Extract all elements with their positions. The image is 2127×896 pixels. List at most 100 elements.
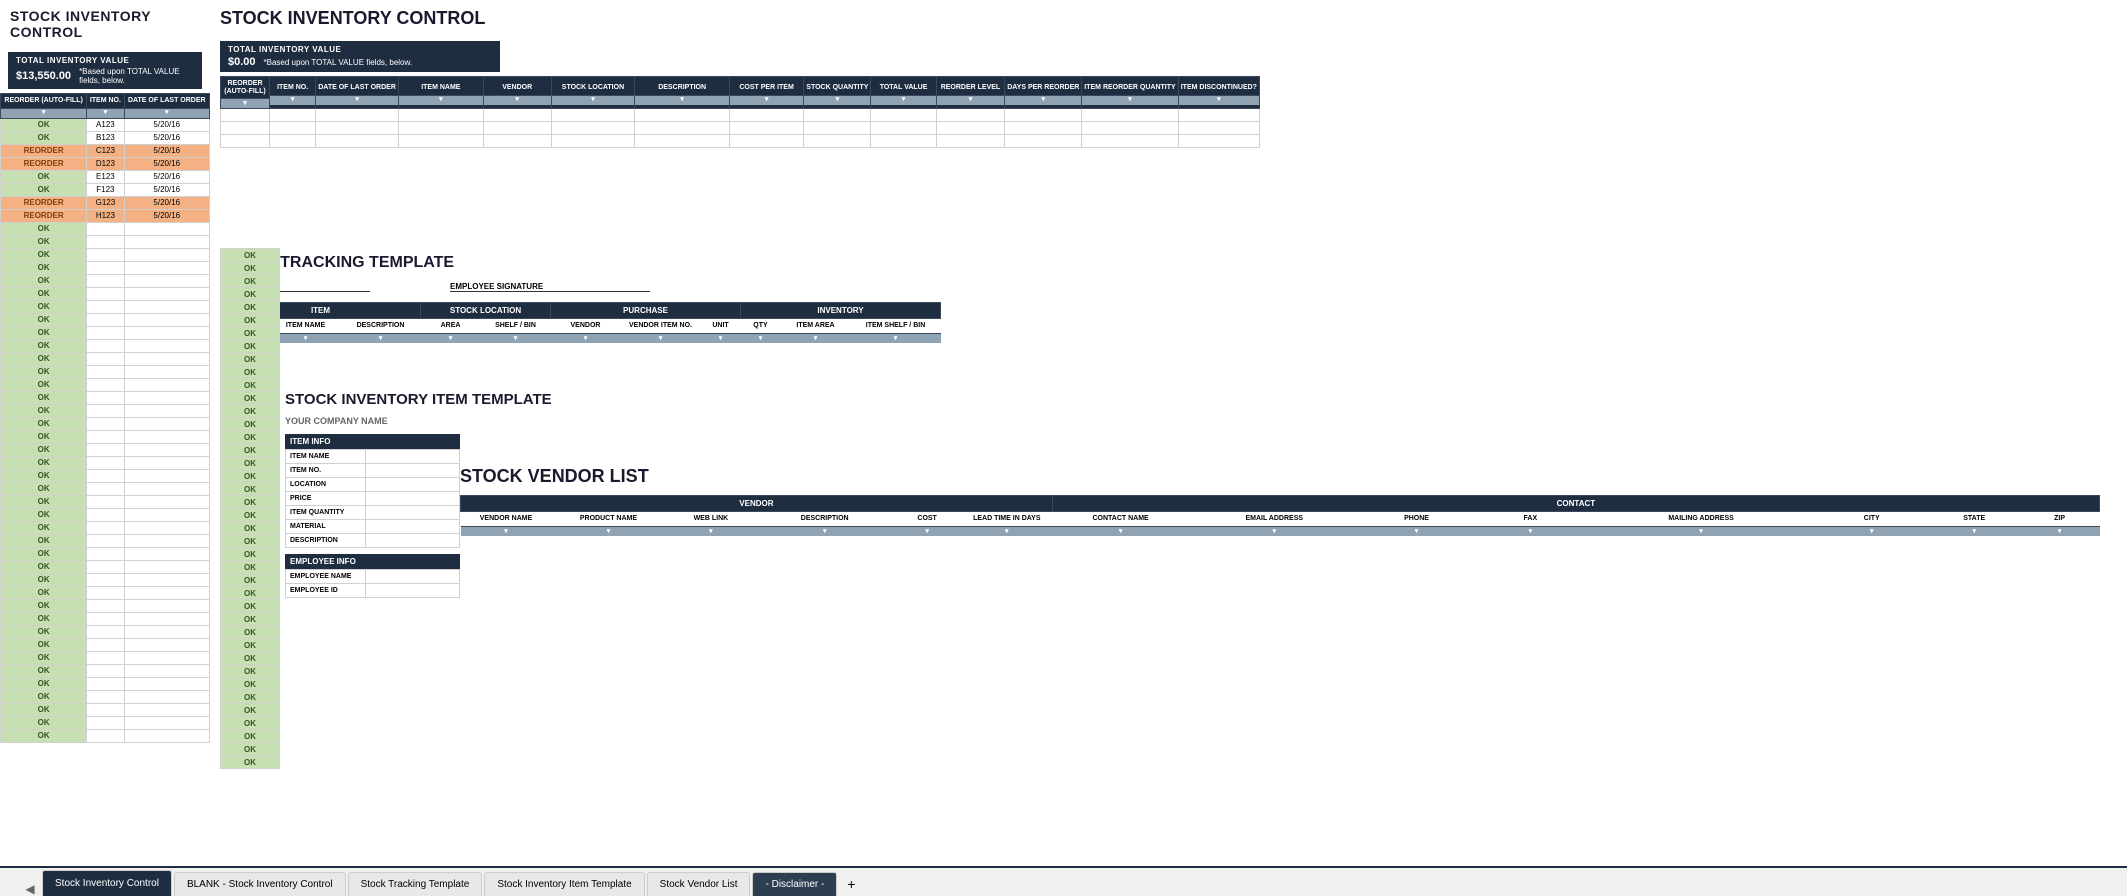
table-row: OK (221, 288, 280, 301)
item-info-row: ITEM QUANTITY (286, 506, 460, 520)
company-name: YOUR COMPANY NAME (275, 414, 675, 428)
status-cell: OK (1, 118, 87, 131)
th-item-no: ITEM NO. (87, 94, 123, 108)
table-row: OK (1, 521, 210, 534)
sic-value-box: TOTAL INVENTORY VALUE $0.00 *Based upon … (220, 41, 500, 72)
emp-info-row: EMPLOYEE NAME (286, 570, 460, 584)
table-row (221, 109, 1260, 122)
table-row: OK (1, 365, 210, 378)
table-row: OK (1, 625, 210, 638)
table-row: OK (1, 690, 210, 703)
tab-tracking-template[interactable]: Stock Tracking Template (348, 872, 483, 896)
left-panel: STOCK INVENTORY CONTROL TOTAL INVENTORY … (0, 0, 210, 856)
table-row: OK (221, 379, 280, 392)
table-row: OK (221, 717, 280, 730)
scroll-tabs-left[interactable]: ◀ (20, 882, 40, 896)
table-row: OK (221, 574, 280, 587)
table-row: OK (1, 573, 210, 586)
table-row: OK (221, 405, 280, 418)
item-info-row: LOCATION (286, 478, 460, 492)
left-main-table: REORDER (auto-fill)▾ ITEM NO.▾ DATE OF L… (0, 93, 210, 743)
table-row: OK (1, 443, 210, 456)
table-row: OK (221, 652, 280, 665)
table-row: OK (1, 313, 210, 326)
item-info-header: ITEM INFO (285, 434, 460, 449)
th-date-last: DATE OF LAST ORDER (125, 94, 209, 108)
table-row: OK (1, 222, 210, 235)
table-row: OK (221, 639, 280, 652)
table-row (221, 122, 1260, 135)
sic-main-table: REORDER(auto-fill)▾ ITEM NO.▾ DATE OF LA… (220, 76, 1260, 148)
table-row: OK (221, 665, 280, 678)
table-row: OK (221, 431, 280, 444)
table-row: OK (221, 600, 280, 613)
left-inventory-amount: $13,550.00 (16, 70, 71, 82)
table-row: OK (221, 301, 280, 314)
table-row: OK (221, 548, 280, 561)
item-info-row: DESCRIPTION (286, 534, 460, 548)
tracking-title: STOCK TRACKING TEMPLATE (210, 248, 1080, 278)
table-row: OK (221, 678, 280, 691)
tab-item-template[interactable]: Stock Inventory Item Template (484, 872, 644, 896)
left-inventory-label: TOTAL INVENTORY VALUE (16, 56, 194, 65)
table-row: OK (1, 339, 210, 352)
table-row: OK (221, 587, 280, 600)
table-row: OK (221, 626, 280, 639)
table-row: OK (1, 638, 210, 651)
table-row: OK (1, 235, 210, 248)
emp-info-row: EMPLOYEE ID (286, 584, 460, 598)
table-row: OK (221, 704, 280, 717)
tracking-table: ITEM STOCK LOCATION PURCHASE INVENTORY I… (220, 302, 941, 343)
table-row: OK (221, 691, 280, 704)
table-row: OK (1, 300, 210, 313)
tab-disclaimer[interactable]: - Disclaimer - (752, 872, 837, 896)
add-tab-button[interactable]: + (839, 872, 863, 896)
table-row: OK (221, 496, 280, 509)
table-row: OK (221, 444, 280, 457)
vendor-list-section: STOCK VENDOR LIST VENDOR CONTACT VENDOR … (450, 460, 2110, 538)
table-row: OK (1, 664, 210, 677)
table-row: OK (221, 275, 280, 288)
table-row: OK (1, 248, 210, 261)
tab-vendor-list[interactable]: Stock Vendor List (647, 872, 751, 896)
table-row: OK (1, 456, 210, 469)
table-row: OK (221, 249, 280, 262)
table-row: OK (1, 612, 210, 625)
left-panel-title: STOCK INVENTORY CONTROL (0, 0, 210, 48)
table-row: OK (1, 326, 210, 339)
table-row: OK (1, 404, 210, 417)
tabs-bar: ◀ Stock Inventory Control BLANK - Stock … (0, 866, 2127, 896)
table-row: OK (221, 730, 280, 743)
sic-value-label: TOTAL INVENTORY VALUE (228, 45, 492, 54)
vendor-list-title: STOCK VENDOR LIST (450, 460, 2110, 493)
table-row: OK (1, 430, 210, 443)
main-container: STOCK INVENTORY CONTROL TOTAL INVENTORY … (0, 0, 2127, 896)
table-row: OK (1, 534, 210, 547)
table-row: OK (1, 560, 210, 573)
tab-stock-inventory-control[interactable]: Stock Inventory Control (42, 870, 172, 896)
table-row: OK (1, 417, 210, 430)
emp-info-header: EMPLOYEE INFO (285, 554, 460, 569)
table-row: OK (221, 561, 280, 574)
item-info-row: PRICE (286, 492, 460, 506)
table-row: OK (221, 470, 280, 483)
table-row: OK (221, 353, 280, 366)
sic-main-title: STOCK INVENTORY CONTROL (210, 0, 1270, 37)
table-row: OK (1, 469, 210, 482)
table-row: OK (221, 509, 280, 522)
table-row (221, 135, 1260, 148)
item-info-row: ITEM NAME (286, 450, 460, 464)
table-row: OK (1, 287, 210, 300)
tab-blank-stock[interactable]: BLANK - Stock Inventory Control (174, 872, 346, 896)
table-row: OK (1, 651, 210, 664)
th-reorder: REORDER (auto-fill) (1, 94, 86, 108)
table-row: OK (221, 392, 280, 405)
table-row: OK (221, 535, 280, 548)
table-row: OK (221, 483, 280, 496)
tracking-section: STOCK TRACKING TEMPLATE DATE EMPLOYEE SI… (210, 248, 1080, 345)
table-row: OK (1, 352, 210, 365)
table-row: OK (221, 418, 280, 431)
main-area: STOCK INVENTORY CONTROL TOTAL INVENTORY … (210, 0, 2127, 856)
table-row: OK (221, 366, 280, 379)
item-info-panel: ITEM INFO ITEM NAME ITEM NO. LOCATION (285, 434, 460, 548)
